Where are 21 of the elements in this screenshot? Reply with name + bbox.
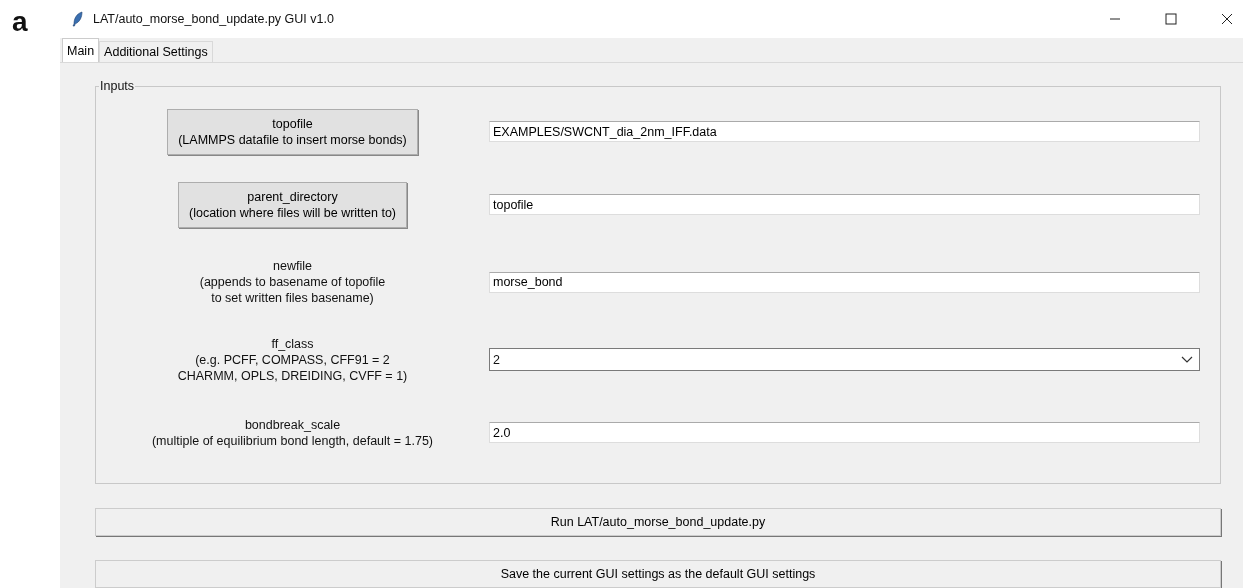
action-button[interactable]: Save the current GUI settings as the default GUI settings (95, 560, 1221, 588)
window-title: LAT/auto_morse_bond_update.py GUI v1.0 (93, 12, 334, 26)
input-field[interactable]: morse_bond (489, 271, 1200, 293)
input-field[interactable]: topofile (489, 194, 1200, 215)
field-label: bondbreak_scale (multiple of equilibrium bond length, default = 1.75) (151, 416, 434, 449)
input-field[interactable]: 2.0 (489, 422, 1200, 443)
close-icon[interactable] (1221, 13, 1233, 25)
dropdown-field[interactable]: 2 (489, 348, 1200, 371)
browse-button[interactable]: parent_directory (location where files will be written to) (178, 181, 407, 228)
tab[interactable]: Additional Settings (99, 41, 213, 62)
action-button[interactable]: Run LAT/auto_morse_bond_update.py (95, 508, 1221, 536)
frame-title: Inputs (99, 79, 136, 93)
figure-label: a (11, 5, 29, 39)
input-field[interactable]: EXAMPLES/SWCNT_dia_2nm_IFF.data (489, 121, 1200, 142)
field-label: newfile (appends to basename of topofile to set written files basename) (199, 258, 386, 306)
field-label: ff_class (e.g. PCFF, COMPASS, CFF91 = 2 CHARMM, OPLS, DREIDING, CVFF = 1) (177, 335, 408, 384)
tab[interactable]: Main (62, 38, 100, 62)
feather-icon (72, 11, 84, 27)
chevron-down-icon (1181, 355, 1193, 364)
maximize-icon[interactable] (1165, 13, 1177, 25)
browse-button[interactable]: topofile (LAMMPS datafile to insert morse bonds) (167, 108, 418, 155)
